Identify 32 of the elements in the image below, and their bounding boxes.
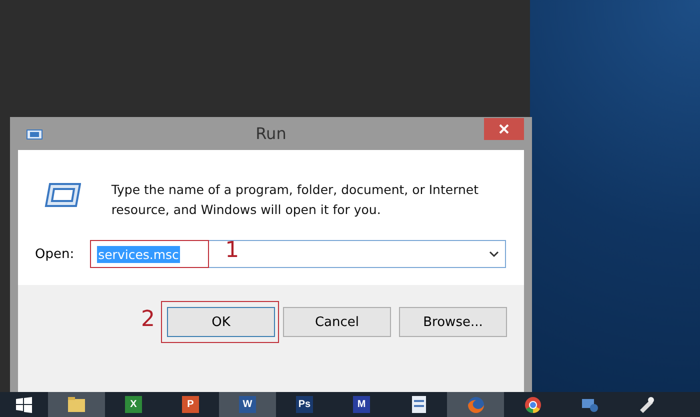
- network-icon: [580, 396, 598, 413]
- dropdown-icon[interactable]: [489, 251, 499, 258]
- close-icon: [499, 124, 509, 134]
- run-icon: [44, 180, 82, 208]
- open-label: Open:: [35, 246, 74, 262]
- taskbar-app[interactable]: P: [162, 392, 219, 417]
- app-letter-icon: P: [182, 396, 199, 413]
- taskbar-app[interactable]: X: [105, 392, 162, 417]
- step-number: 1: [225, 238, 240, 263]
- document-icon: [412, 396, 426, 413]
- dialog-button[interactable]: Browse...: [399, 307, 507, 337]
- open-input[interactable]: services.msc 1: [90, 240, 506, 268]
- app-letter-icon: X: [125, 396, 142, 413]
- folder-icon: [68, 397, 85, 412]
- app-letter-icon: W: [239, 396, 256, 413]
- taskbar-app[interactable]: M: [333, 392, 390, 417]
- fox-globe-icon: [466, 396, 484, 414]
- tool-icon: [638, 396, 656, 413]
- input-value: services.msc: [97, 246, 180, 262]
- dialog-button[interactable]: OK: [167, 307, 275, 337]
- taskbar-app[interactable]: W: [219, 392, 276, 417]
- close-button[interactable]: [484, 118, 524, 140]
- step-number: 2: [141, 307, 155, 332]
- app-letter-icon: Ps: [296, 396, 313, 413]
- app-letter-icon: M: [353, 396, 370, 413]
- chrome-icon: [524, 396, 542, 414]
- run-app-icon: [26, 129, 43, 140]
- windows-logo-icon: [16, 396, 32, 412]
- description-text: Type the name of a program, folder, document, or Internet resource, and Windows will open it for you.: [111, 181, 480, 219]
- dialog-button[interactable]: Cancel: [283, 307, 391, 337]
- taskbar-app[interactable]: Ps: [276, 392, 333, 417]
- window-title: Run: [256, 124, 286, 143]
